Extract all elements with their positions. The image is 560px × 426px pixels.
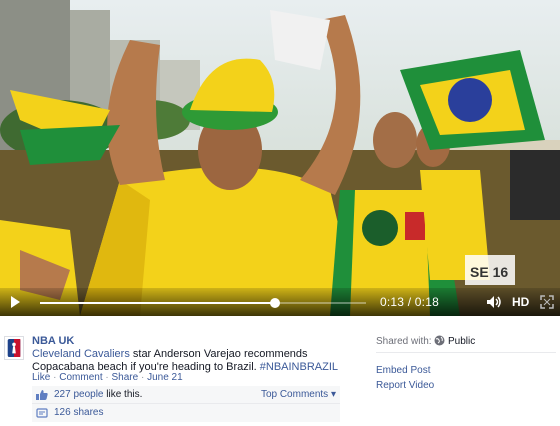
volume-icon[interactable] bbox=[486, 295, 502, 309]
audience-label: Public bbox=[448, 336, 476, 347]
progress-fill bbox=[40, 302, 276, 304]
embed-post-link[interactable]: Embed Post bbox=[376, 365, 556, 376]
shares-row: 126 shares bbox=[32, 404, 340, 422]
shared-with-label: Shared with: bbox=[376, 336, 432, 347]
time-display: 0:13 / 0:18 bbox=[380, 295, 439, 309]
like-link[interactable]: Like bbox=[32, 372, 50, 383]
top-comments-dropdown[interactable]: Top Comments ▾ bbox=[261, 389, 336, 400]
top-comments-label: Top Comments bbox=[260, 389, 329, 400]
shared-with-row: Shared with: Public bbox=[376, 334, 556, 353]
report-video-link[interactable]: Report Video bbox=[376, 380, 556, 391]
post-caption: Cleveland Cavaliers star Anderson Vareja… bbox=[32, 348, 362, 374]
likes-count-link[interactable]: 227 people bbox=[54, 389, 104, 400]
progress-handle[interactable] bbox=[270, 298, 281, 308]
beach-post-sign: SE 16 bbox=[470, 264, 508, 280]
video-frame[interactable]: SE 16 bbox=[0, 0, 560, 316]
hd-button[interactable]: HD bbox=[512, 295, 529, 309]
likes-suffix: like this. bbox=[103, 389, 143, 400]
post-date-link[interactable]: June 21 bbox=[147, 372, 183, 383]
post-details: NBA UK Cleveland Cavaliers star Anderson… bbox=[0, 324, 560, 426]
share-icon bbox=[36, 408, 48, 418]
globe-icon bbox=[434, 335, 445, 346]
duration: 0:18 bbox=[414, 295, 439, 309]
separator: · bbox=[102, 372, 112, 383]
share-link[interactable]: Share bbox=[112, 372, 139, 383]
play-icon[interactable] bbox=[8, 295, 22, 309]
likes-row: 227 people like this. Top Comments ▾ bbox=[32, 386, 340, 404]
separator: · bbox=[138, 372, 148, 383]
page-name-link[interactable]: NBA UK bbox=[32, 335, 74, 347]
caption-hashtag-link[interactable]: #NBAINBRAZIL bbox=[260, 361, 338, 373]
feedback-box: 227 people like this. Top Comments ▾ 126… bbox=[32, 386, 340, 422]
time-separator: / bbox=[407, 295, 412, 309]
chevron-down-icon: ▾ bbox=[330, 389, 336, 400]
post-actions: Like · Comment · Share · June 21 bbox=[32, 372, 183, 383]
likes-text: 227 people like this. bbox=[54, 389, 142, 400]
shares-text: 126 shares bbox=[54, 407, 103, 418]
comment-link[interactable]: Comment bbox=[59, 372, 102, 383]
progress-bar[interactable] bbox=[40, 298, 366, 308]
fullscreen-icon[interactable] bbox=[540, 295, 554, 309]
current-time: 0:13 bbox=[380, 295, 405, 309]
caption-team-link[interactable]: Cleveland Cavaliers bbox=[32, 348, 130, 360]
page-avatar[interactable] bbox=[4, 336, 24, 360]
video-controls: 0:13 / 0:18 HD bbox=[0, 288, 560, 316]
shares-count-link[interactable]: 126 shares bbox=[54, 407, 103, 418]
separator: · bbox=[50, 372, 60, 383]
post-sidebar: Shared with: Public Embed Post Report Vi… bbox=[376, 334, 556, 391]
thumbs-up-icon bbox=[36, 390, 48, 400]
video-player[interactable]: SE 16 0:13 / 0:18 HD bbox=[0, 0, 560, 316]
